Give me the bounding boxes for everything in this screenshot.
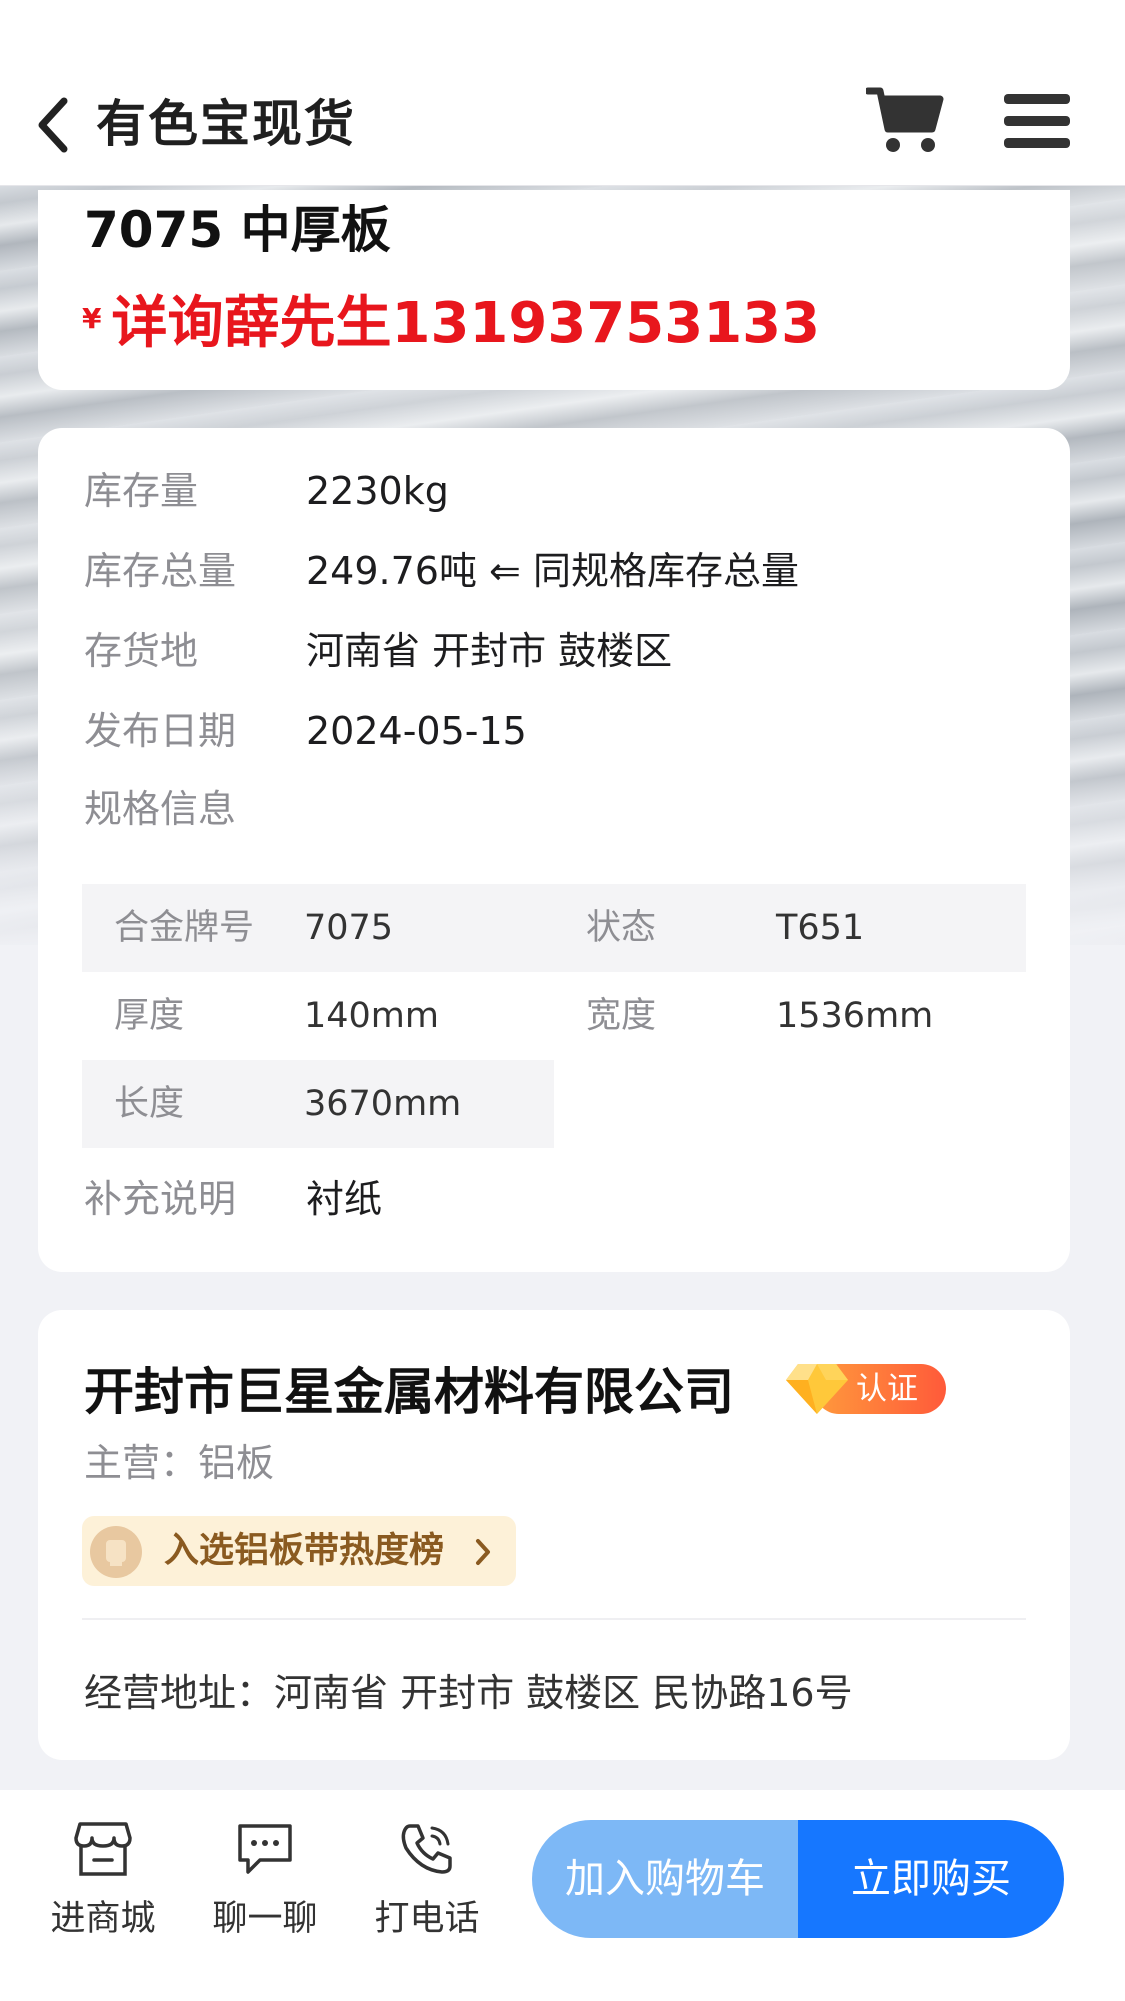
spec-value: 140mm <box>304 996 439 1036</box>
spec-cell-width: 宽度 1536mm <box>554 972 1026 1060</box>
product-title-card: 7075 中厚板 ¥ 详询薛先生13193753133 <box>38 190 1070 390</box>
spec-value: 1536mm <box>776 996 934 1036</box>
chat-bubble-icon <box>238 1824 292 1874</box>
spec-label: 长度 <box>114 1084 185 1124</box>
divider <box>82 1618 1026 1620</box>
spec-cell-temper: 状态 T651 <box>554 884 1026 972</box>
detail-label: 补充说明 <box>84 1177 237 1221</box>
detail-value: 2230kg <box>306 469 449 513</box>
spec-value: 7075 <box>304 908 394 948</box>
spec-cell-thickness: 厚度 140mm <box>82 972 554 1060</box>
hot-rank-text: 入选铝板带热度榜 <box>164 1531 445 1571</box>
detail-label: 规格信息 <box>84 787 237 831</box>
diamond-icon <box>786 1364 848 1414</box>
company-card[interactable]: 开封市巨星金属材料有限公司 认证 主营：铝板 入选铝板带热度榜 经营地址：河南省… <box>38 1310 1070 1760</box>
product-name: 7075 中厚板 <box>84 201 391 259</box>
product-detail-card: 库存量 2230kg 库存总量 249.76吨 ⇐ 同规格库存总量 存货地 河南… <box>38 428 1070 1272</box>
bottom-action-bar: 进商城 聊一聊 打电话 加入购物车 立即购买 <box>0 1790 1125 2001</box>
detail-value: 2024-05-15 <box>306 709 527 753</box>
spec-cell-length: 长度 3670mm <box>82 1060 554 1148</box>
spec-value: T651 <box>776 908 865 948</box>
price-row: ¥ 详询薛先生13193753133 <box>82 278 820 359</box>
chevron-left-icon[interactable] <box>34 95 74 155</box>
shop-button[interactable]: 进商城 <box>38 1820 168 1941</box>
spec-label: 宽度 <box>586 996 657 1036</box>
chat-button[interactable]: 聊一聊 <box>200 1820 330 1941</box>
detail-value: 河南省 开封市 鼓楼区 <box>306 629 673 673</box>
hamburger-menu-icon[interactable] <box>1004 92 1070 150</box>
detail-label: 存货地 <box>84 629 199 673</box>
detail-value[interactable]: 249.76吨 ⇐ 同规格库存总量 <box>306 546 799 596</box>
storefront-icon <box>74 1822 132 1876</box>
main-business: 主营：铝板 <box>84 1441 275 1485</box>
call-button[interactable]: 打电话 <box>362 1820 492 1941</box>
business-address: 经营地址：河南省 开封市 鼓楼区 民协路16号 <box>84 1671 853 1715</box>
top-nav-bar: 有色宝现货 <box>0 0 1125 186</box>
call-label: 打电话 <box>374 1899 480 1939</box>
price-symbol: ¥ <box>82 302 102 335</box>
phone-icon <box>401 1824 452 1874</box>
shopping-cart-icon[interactable] <box>866 85 944 155</box>
spec-label: 合金牌号 <box>114 908 255 948</box>
certified-badge: 认证 <box>784 1358 946 1414</box>
spec-table: 合金牌号 7075 状态 T651 厚度 140mm 宽度 1536mm 长度 … <box>82 884 1026 1148</box>
add-to-cart-button[interactable]: 加入购物车 <box>532 1820 798 1938</box>
chat-label: 聊一聊 <box>212 1899 318 1939</box>
price-inquiry[interactable]: 详询薛先生13193753133 <box>111 291 820 356</box>
company-name[interactable]: 开封市巨星金属材料有限公司 <box>84 1352 734 1424</box>
spec-cell-alloy: 合金牌号 7075 <box>82 884 554 972</box>
shop-label: 进商城 <box>50 1899 156 1939</box>
trophy-icon <box>90 1526 142 1578</box>
detail-label: 发布日期 <box>84 709 237 753</box>
spec-value: 3670mm <box>304 1084 462 1124</box>
hot-rank-banner[interactable]: 入选铝板带热度榜 <box>82 1516 516 1586</box>
page-title: 有色宝现货 <box>96 95 356 153</box>
detail-value: 衬纸 <box>306 1177 383 1221</box>
chevron-right-icon <box>476 1539 490 1565</box>
spec-label: 状态 <box>586 908 657 948</box>
detail-label: 库存量 <box>84 469 199 513</box>
spec-label: 厚度 <box>114 996 185 1036</box>
detail-label: 库存总量 <box>84 549 237 593</box>
buy-now-button[interactable]: 立即购买 <box>798 1820 1064 1938</box>
